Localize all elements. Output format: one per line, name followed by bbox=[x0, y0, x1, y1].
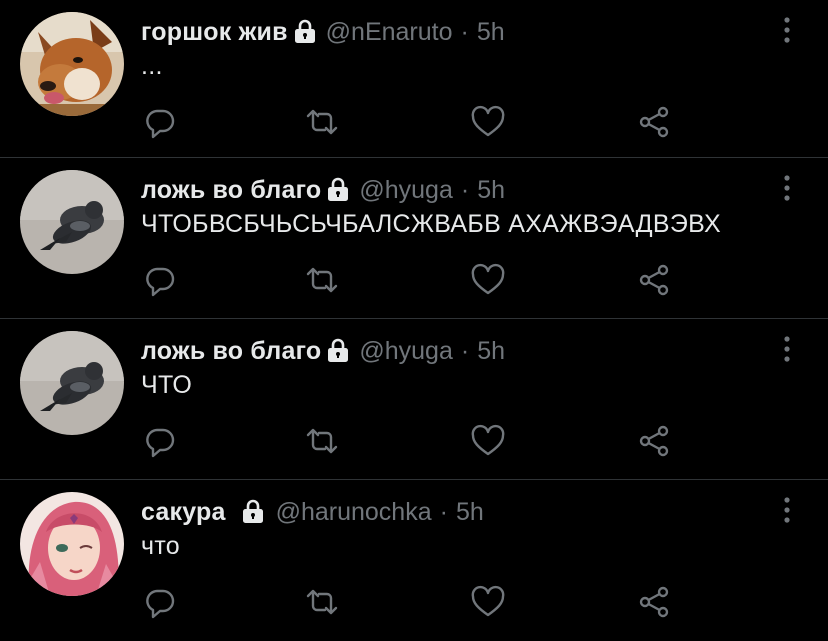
action-bar bbox=[0, 104, 828, 140]
separator: · bbox=[439, 497, 448, 526]
tweet-header: сакура @harunochka · 5h bbox=[141, 496, 484, 528]
action-bar bbox=[0, 262, 828, 298]
more-vertical-icon[interactable] bbox=[782, 496, 792, 524]
display-name[interactable]: горшок жив bbox=[141, 18, 288, 47]
heart-icon[interactable] bbox=[470, 584, 506, 620]
handle[interactable]: @nEnaruto bbox=[326, 18, 453, 47]
handle[interactable]: @hyuga bbox=[359, 176, 453, 205]
display-name[interactable]: ложь во благо bbox=[141, 337, 321, 366]
retweet-icon[interactable] bbox=[304, 423, 340, 459]
timestamp[interactable]: 5h bbox=[456, 498, 484, 527]
display-name[interactable]: сакура bbox=[141, 498, 226, 527]
share-icon[interactable] bbox=[636, 104, 672, 140]
tweet-text: что bbox=[141, 532, 180, 560]
lock-icon bbox=[294, 19, 316, 43]
timestamp[interactable]: 5h bbox=[477, 18, 505, 47]
timeline-feed: горшок жив @nEnaruto · 5h ... ложь во бл… bbox=[0, 0, 828, 641]
tweet[interactable]: горшок жив @nEnaruto · 5h ... bbox=[0, 0, 828, 157]
tweet-header: ложь во благо @hyuga · 5h bbox=[141, 335, 505, 367]
avatar[interactable] bbox=[20, 331, 124, 435]
timestamp[interactable]: 5h bbox=[477, 337, 505, 366]
more-vertical-icon[interactable] bbox=[782, 335, 792, 363]
heart-icon[interactable] bbox=[470, 104, 506, 140]
tweet[interactable]: сакура @harunochka · 5h что bbox=[0, 480, 828, 641]
retweet-icon[interactable] bbox=[304, 104, 340, 140]
share-icon[interactable] bbox=[636, 584, 672, 620]
separator: · bbox=[460, 336, 470, 365]
pigeon-avatar-icon bbox=[20, 331, 124, 435]
separator: · bbox=[460, 175, 470, 204]
timestamp[interactable]: 5h bbox=[477, 176, 505, 205]
handle[interactable]: @harunochka bbox=[276, 498, 432, 527]
reply-icon[interactable] bbox=[142, 104, 178, 140]
action-bar bbox=[0, 423, 828, 459]
more-vertical-icon[interactable] bbox=[782, 16, 792, 44]
avatar[interactable] bbox=[20, 170, 124, 274]
share-icon[interactable] bbox=[636, 423, 672, 459]
retweet-icon[interactable] bbox=[304, 584, 340, 620]
more-vertical-icon[interactable] bbox=[782, 174, 792, 202]
heart-icon[interactable] bbox=[470, 262, 506, 298]
separator: · bbox=[460, 17, 469, 46]
reply-icon[interactable] bbox=[142, 423, 178, 459]
tweet-text: ЧТОБВСБЧЬСЬЧБАЛСЖВАБВ АХАЖВЭАДВЭВХ bbox=[141, 210, 721, 238]
tweet-header: ложь во благо @hyuga · 5h bbox=[141, 174, 505, 206]
action-bar bbox=[0, 584, 828, 620]
reply-icon[interactable] bbox=[142, 262, 178, 298]
tweet[interactable]: ложь во благо @hyuga · 5h ЧТОБВСБЧЬСЬЧБА… bbox=[0, 158, 828, 318]
lock-icon bbox=[327, 338, 349, 362]
tweet-header: горшок жив @nEnaruto · 5h bbox=[141, 16, 505, 48]
handle[interactable]: @hyuga bbox=[359, 337, 453, 366]
pigeon-avatar-icon bbox=[20, 170, 124, 274]
display-name[interactable]: ложь во благо bbox=[141, 176, 321, 205]
avatar[interactable] bbox=[20, 12, 124, 116]
tweet-text: ЧТО bbox=[141, 371, 193, 399]
heart-icon[interactable] bbox=[470, 423, 506, 459]
share-icon[interactable] bbox=[636, 262, 672, 298]
anime-girl-avatar-icon bbox=[20, 492, 124, 596]
fox-avatar-icon bbox=[20, 12, 124, 116]
reply-icon[interactable] bbox=[142, 584, 178, 620]
tweet[interactable]: ложь во благо @hyuga · 5h ЧТО bbox=[0, 319, 828, 479]
lock-icon bbox=[242, 499, 264, 523]
avatar[interactable] bbox=[20, 492, 124, 596]
lock-icon bbox=[327, 177, 349, 201]
retweet-icon[interactable] bbox=[304, 262, 340, 298]
tweet-text: ... bbox=[141, 52, 163, 80]
